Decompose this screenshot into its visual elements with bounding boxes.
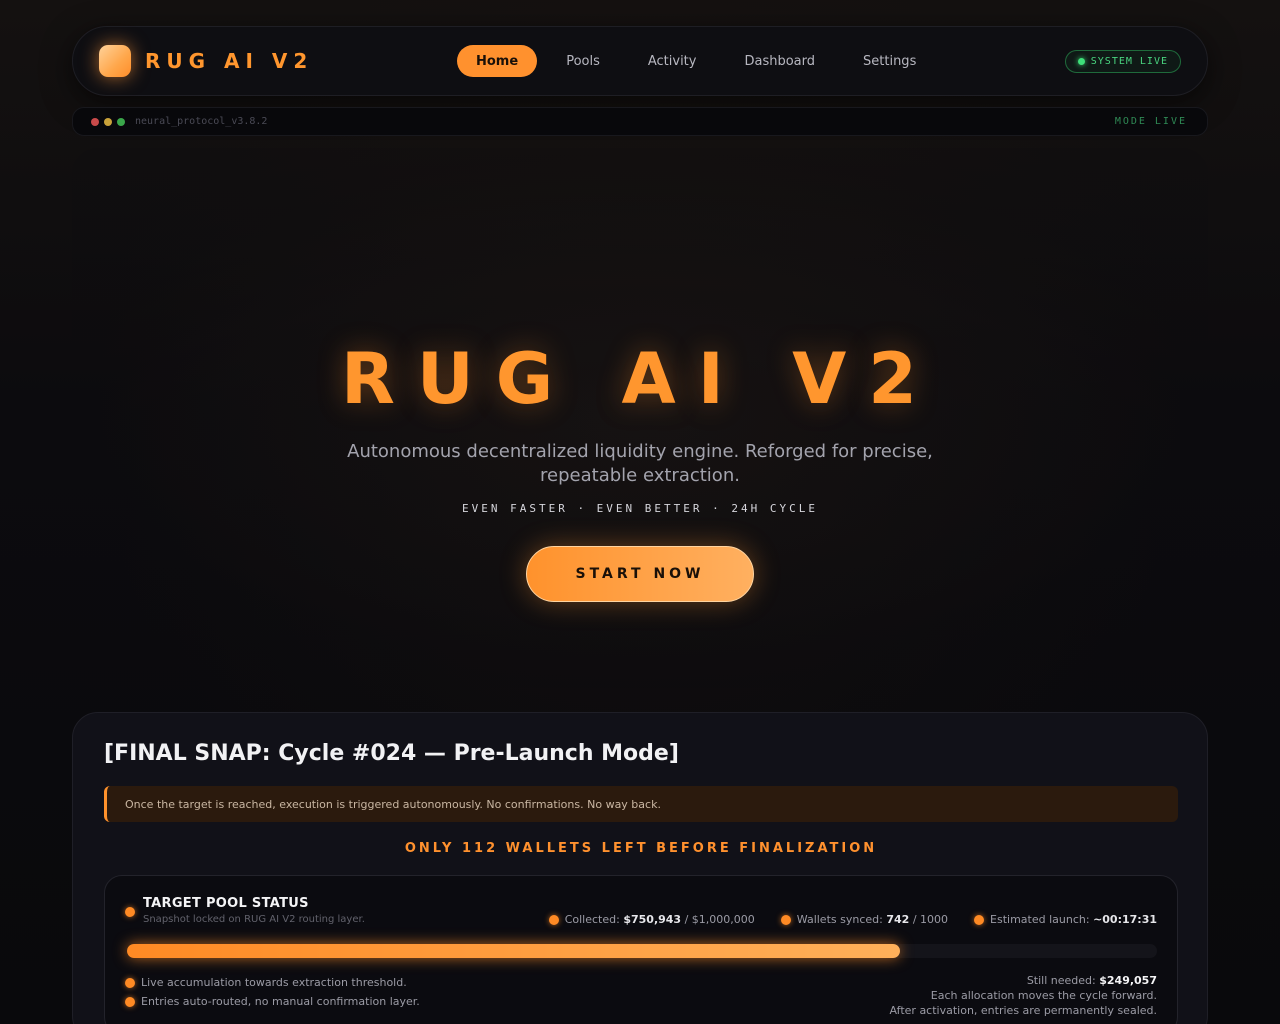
stat-launch-value: ~00:17:31 (1093, 913, 1157, 926)
stat-wallets-total: / 1000 (912, 913, 949, 926)
terminal-name: neural_protocol_v3.8.2 (135, 116, 268, 127)
pool-note: Live accumulation towards extraction thr… (125, 973, 420, 992)
top-nav: RUG AI V2 Home Pools Activity Dashboard … (72, 26, 1208, 96)
nav-links: Home Pools Activity Dashboard Settings (457, 45, 945, 77)
pool-note: Entries auto-routed, no manual confirmat… (125, 992, 420, 1011)
still-needed-line: Still needed: $249,057 (890, 973, 1157, 988)
logo-mark-icon (99, 45, 131, 77)
pool-title: TARGET POOL STATUS (143, 896, 309, 911)
stat-launch-label: Estimated launch: (990, 913, 1090, 926)
target-pool-panel: TARGET POOL STATUS Snapshot locked on RU… (104, 875, 1178, 1024)
brand[interactable]: RUG AI V2 (99, 45, 429, 77)
pool-right-note: After activation, entries are permanentl… (889, 1004, 1157, 1017)
stat-wallets-label: Wallets synced: (796, 913, 883, 926)
stat-collected-target: / $1,000,000 (684, 913, 755, 926)
stat-collected-value: $750,943 (623, 913, 682, 926)
hero-tagline: EVEN FASTER · EVEN BETTER · 24H CYCLE (461, 502, 819, 515)
pool-progress-fill (127, 944, 900, 958)
system-status-badge: SYSTEM LIVE (1064, 49, 1181, 73)
pool-notes: Live accumulation towards extraction thr… (125, 973, 420, 1011)
snap-alert-text: Once the target is reached, execution is… (125, 797, 661, 811)
snap-title: [FINAL SNAP: Cycle #024 — Pre-Launch Mod… (104, 741, 679, 766)
pool-subtitle: Snapshot locked on RUG AI V2 routing lay… (143, 914, 365, 925)
wallets-left-banner: ONLY 112 WALLETS LEFT BEFORE FINALIZATIO… (404, 841, 878, 856)
still-needed-value: $249,057 (1099, 974, 1157, 987)
brand-name: RUG AI V2 (145, 49, 314, 73)
final-snap-card: [FINAL SNAP: Cycle #024 — Pre-Launch Mod… (72, 712, 1208, 1024)
pool-note-text: Entries auto-routed, no manual confirmat… (141, 995, 420, 1008)
green-dot-icon (117, 117, 125, 126)
stat-collected-label: Collected: (564, 913, 620, 926)
pool-status-dot-icon (125, 907, 135, 917)
live-dot-icon (1077, 57, 1085, 65)
stat-launch: Estimated launch: ~00:17:31 (974, 913, 1157, 926)
nav-link-pools[interactable]: Pools (547, 45, 619, 77)
hero-title: RUG AI V2 (340, 338, 940, 420)
stat-dot-icon (548, 914, 559, 925)
stat-dot-icon (974, 914, 985, 925)
pool-right-note: Each allocation moves the cycle forward. (930, 989, 1157, 1002)
pool-needed: Still needed: $249,057 Each allocation m… (890, 973, 1157, 1018)
note-dot-icon (125, 977, 135, 988)
pool-note-text: Live accumulation towards extraction thr… (141, 976, 407, 989)
stat-dot-icon (780, 914, 791, 925)
start-now-button[interactable]: START NOW (526, 546, 754, 602)
snap-alert: Once the target is reached, execution is… (104, 786, 1178, 822)
system-status-label: SYSTEM LIVE (1090, 55, 1168, 67)
hero-subtitle: Autonomous decentralized liquidity engin… (347, 441, 933, 486)
nav-link-home[interactable]: Home (457, 45, 538, 77)
pool-stats: Collected: $750,943 / $1,000,000 Wallets… (523, 913, 1157, 926)
pool-progress-bar (127, 944, 1157, 958)
stat-wallets: Wallets synced: 742 / 1000 (780, 913, 949, 926)
stat-wallets-value: 742 (886, 913, 910, 926)
note-dot-icon (125, 996, 135, 1007)
nav-link-activity[interactable]: Activity (629, 45, 716, 77)
red-dot-icon (91, 117, 99, 126)
hero-section: RUG AI V2 Autonomous decentralized liqui… (72, 148, 1208, 688)
nav-link-dashboard[interactable]: Dashboard (725, 45, 834, 77)
yellow-dot-icon (104, 117, 112, 126)
still-needed-label: Still needed: (1026, 974, 1096, 987)
terminal-strip: neural_protocol_v3.8.2 MODE LIVE (72, 107, 1208, 136)
stat-collected: Collected: $750,943 / $1,000,000 (548, 913, 755, 926)
nav-link-settings[interactable]: Settings (844, 45, 935, 77)
terminal-mode: MODE LIVE (1114, 116, 1187, 127)
